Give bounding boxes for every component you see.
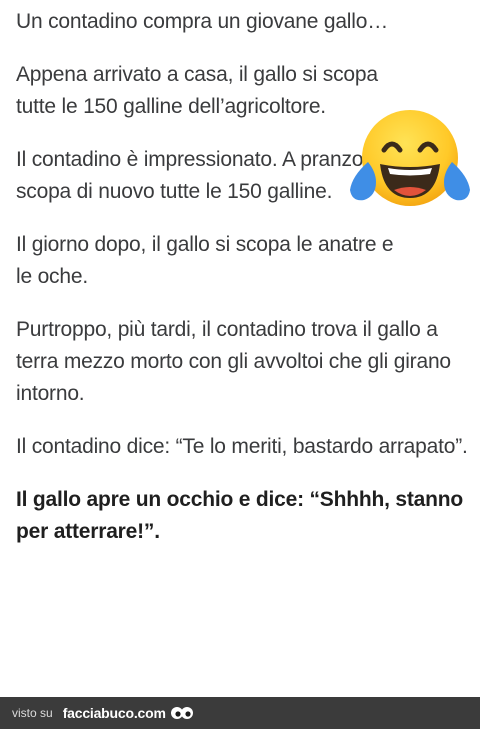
footer-bar: visto su facciabuco.com (0, 697, 480, 729)
footer-visto-label: visto su (12, 706, 53, 720)
paragraph-intro: Un contadino compra un giovane gallo… (16, 10, 389, 33)
footer-site-link[interactable]: facciabuco.com (63, 705, 166, 721)
facciabuco-eyes-logo (170, 707, 193, 719)
face-with-tears-of-joy-icon (350, 110, 470, 206)
paragraph-farmer-says: Il contadino dice: “Te lo meriti, bastar… (16, 435, 468, 458)
post-text: Un contadino compra un giovane gallo… Ap… (16, 6, 468, 569)
paragraph-next-day: Il giorno dopo, il gallo si scopa le ana… (16, 233, 394, 288)
paragraph-vultures: Purtroppo, più tardi, il contadino trova… (16, 318, 451, 405)
paragraph-punchline: Il gallo apre un occhio e dice: “Shhhh, … (16, 488, 464, 543)
